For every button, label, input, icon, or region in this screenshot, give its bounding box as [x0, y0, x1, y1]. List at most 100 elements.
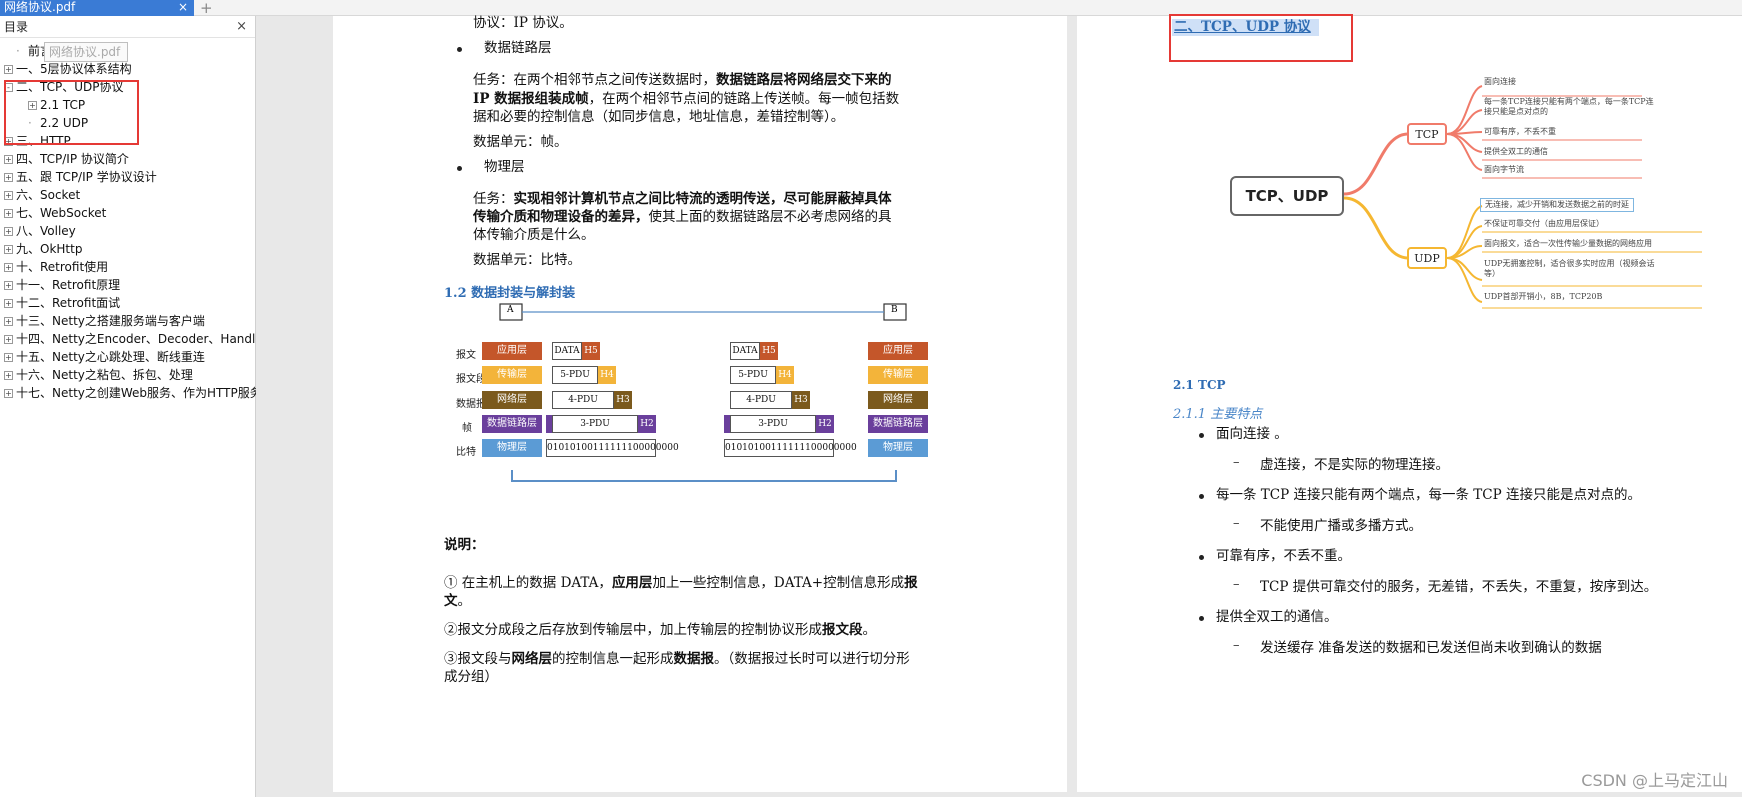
text-line: 任务：实现相邻计算机节点之间比特流的透明传送，尽可能屏蔽掉具体	[473, 191, 892, 207]
tooltip: 网络协议.pdf	[44, 42, 128, 62]
feature-subitem: TCP 提供可靠交付的服务，无差错，不丢失，不重复，按序到达。	[1260, 579, 1658, 595]
mindmap-leaf: 可靠有序，不丢不重	[1484, 127, 1556, 136]
document-viewer[interactable]: 协议：IP 协议。 数据链路层 任务：在两个相邻节点之间传送数据时，数据链路层将…	[257, 14, 1742, 797]
bullet-icon	[1199, 555, 1204, 560]
outline-item[interactable]: + 八、Volley	[0, 222, 256, 240]
outline-item[interactable]: + 十六、Netty之粘包、拆包、处理	[0, 366, 256, 384]
section-heading: 2.1 TCP	[1173, 378, 1226, 392]
outline-item[interactable]: + 十、Retrofit使用	[0, 258, 256, 276]
text-line: ③报文段与网络层的控制信息一起形成数据报。（数据报过长时可以进行切分形	[444, 651, 910, 667]
expand-icon[interactable]: +	[4, 299, 13, 308]
outline-item-label: 十二、Retrofit面试	[16, 296, 121, 310]
outline-item[interactable]: + 十二、Retrofit面试	[0, 294, 256, 312]
subsection-heading: 2.1.1 主要特点	[1173, 407, 1263, 422]
bullet-icon	[457, 166, 462, 171]
expand-icon[interactable]: +	[4, 65, 13, 74]
dash-icon: –	[1233, 516, 1240, 531]
expand-icon[interactable]: +	[4, 227, 13, 236]
outline-item[interactable]: + 五、跟 TCP/IP 学协议设计	[0, 168, 256, 186]
expand-icon[interactable]: +	[4, 335, 13, 344]
pdu-5: 5-PDU	[552, 366, 598, 384]
pdu-3: 3-PDU	[552, 415, 638, 433]
outline-item-label: 十一、Retrofit原理	[16, 278, 121, 292]
close-icon[interactable]: ×	[178, 0, 188, 15]
outline-item[interactable]: + 十三、Netty之搭建服务端与客户端	[0, 312, 256, 330]
expand-icon[interactable]: +	[4, 317, 13, 326]
header-h3: H3	[614, 391, 632, 409]
outline-item[interactable]: + 十五、Netty之心跳处理、断线重连	[0, 348, 256, 366]
encapsulation-diagram: A B 报文 报文段 数据报 帧 比特 应用层 传输层 网络层 数据链路层 物理…	[448, 298, 954, 491]
outline-item-label: 十五、Netty之心跳处理、断线重连	[16, 350, 205, 364]
layer-datalink-a: 数据链路层	[482, 415, 542, 433]
outline-item-label: 四、TCP/IP 协议简介	[16, 152, 129, 166]
text-line: 传输介质和物理设备的差异，使其上面的数据链路层不必考虑网络的具	[473, 209, 892, 225]
mindmap-leaf: 提供全双工的通信	[1484, 147, 1548, 156]
header-h2: H2	[816, 415, 834, 433]
expand-icon[interactable]: +	[4, 389, 13, 398]
header-h3: H3	[792, 391, 810, 409]
outline-item[interactable]: + 九、OkHttp	[0, 240, 256, 258]
expand-icon[interactable]: +	[4, 245, 13, 254]
layer-application-b: 应用层	[868, 342, 928, 360]
header-h2: H2	[638, 415, 656, 433]
highlight-box	[4, 80, 139, 145]
layer-datalink-b: 数据链路层	[868, 415, 928, 433]
header-h4: H4	[598, 366, 616, 384]
outline-item-label: 六、Socket	[16, 188, 81, 202]
outline-item-label: 十六、Netty之粘包、拆包、处理	[16, 368, 193, 382]
expand-icon[interactable]: +	[4, 353, 13, 362]
outline-item[interactable]: + 六、Socket	[0, 186, 256, 204]
expand-icon[interactable]: +	[4, 191, 13, 200]
outline-item-label: 十三、Netty之搭建服务端与客户端	[16, 314, 205, 328]
pdf-page-2: 二、TCP、UDP 协议 TCP、UDP TCP UDP 面向连接 每一条TCP…	[1077, 14, 1742, 792]
outline-item[interactable]: + 十四、Netty之Encoder、Decoder、Handl	[0, 330, 256, 348]
outline-item-label: 一、5层协议体系结构	[16, 62, 132, 76]
host-b-label: B	[891, 305, 898, 315]
mindmap-leaf: 面向字节流	[1484, 165, 1524, 174]
feature-item: 提供全双工的通信。	[1216, 609, 1338, 625]
expand-icon[interactable]: +	[4, 209, 13, 218]
outline-item[interactable]: + 十七、Netty之创建Web服务、作为HTTP服务	[0, 384, 256, 402]
layer-network-a: 网络层	[482, 391, 542, 409]
expand-icon[interactable]: +	[4, 173, 13, 182]
outline-item-label: 九、OkHttp	[16, 242, 83, 256]
tree-connector-icon: ·	[16, 44, 20, 58]
mindmap-leaf: 等）	[1484, 269, 1500, 278]
outline-item[interactable]: + 一、5层协议体系结构	[0, 60, 256, 78]
pdu-data: DATA	[552, 342, 582, 360]
row-label: 比特	[456, 447, 476, 458]
layer-application-a: 应用层	[482, 342, 542, 360]
bullet-icon	[1199, 616, 1204, 621]
expand-icon[interactable]: +	[4, 263, 13, 272]
item-title: 物理层	[484, 159, 525, 175]
outline-item-label: 七、WebSocket	[16, 206, 107, 220]
outline-title: 目录	[4, 20, 29, 34]
row-label: 帧	[462, 423, 472, 434]
tab-document[interactable]: 网络协议.pdf ×	[0, 0, 194, 16]
outline-item[interactable]: + 四、TCP/IP 协议简介	[0, 150, 256, 168]
outline-item[interactable]: + 十一、Retrofit原理	[0, 276, 256, 294]
layer-physical-b: 物理层	[868, 439, 928, 457]
layer-network-b: 网络层	[868, 391, 928, 409]
mindmap-node-udp: UDP	[1407, 247, 1447, 269]
outline-item[interactable]: · 前言	[0, 42, 256, 60]
mindmap-leaf: 接只能是点对点的	[1484, 107, 1548, 116]
note-title: 说明：	[444, 537, 485, 553]
text-line: 成分组）	[444, 669, 498, 685]
header-h4: H4	[776, 366, 794, 384]
expand-icon[interactable]: +	[4, 155, 13, 164]
close-icon[interactable]: ×	[236, 16, 247, 38]
text-line: 数据单元：比特。	[473, 252, 581, 268]
mindmap-leaf: 面向连接	[1484, 77, 1516, 86]
expand-icon[interactable]: +	[4, 281, 13, 290]
tab-title: 网络协议.pdf	[4, 0, 76, 14]
expand-icon[interactable]: +	[4, 371, 13, 380]
outline-item-label: 八、Volley	[16, 224, 76, 238]
outline-item-label: 十、Retrofit使用	[16, 260, 109, 274]
layer-physical-a: 物理层	[482, 439, 542, 457]
new-tab-icon[interactable]: +	[200, 0, 213, 17]
text-line: 据和必要的控制信息（如同步信息，地址信息，差错控制等）。	[473, 109, 845, 125]
layer-transport-b: 传输层	[868, 366, 928, 384]
outline-item[interactable]: + 七、WebSocket	[0, 204, 256, 222]
feature-subitem: 发送缓存 准备发送的数据和已发送但尚未收到确认的数据	[1260, 640, 1602, 656]
